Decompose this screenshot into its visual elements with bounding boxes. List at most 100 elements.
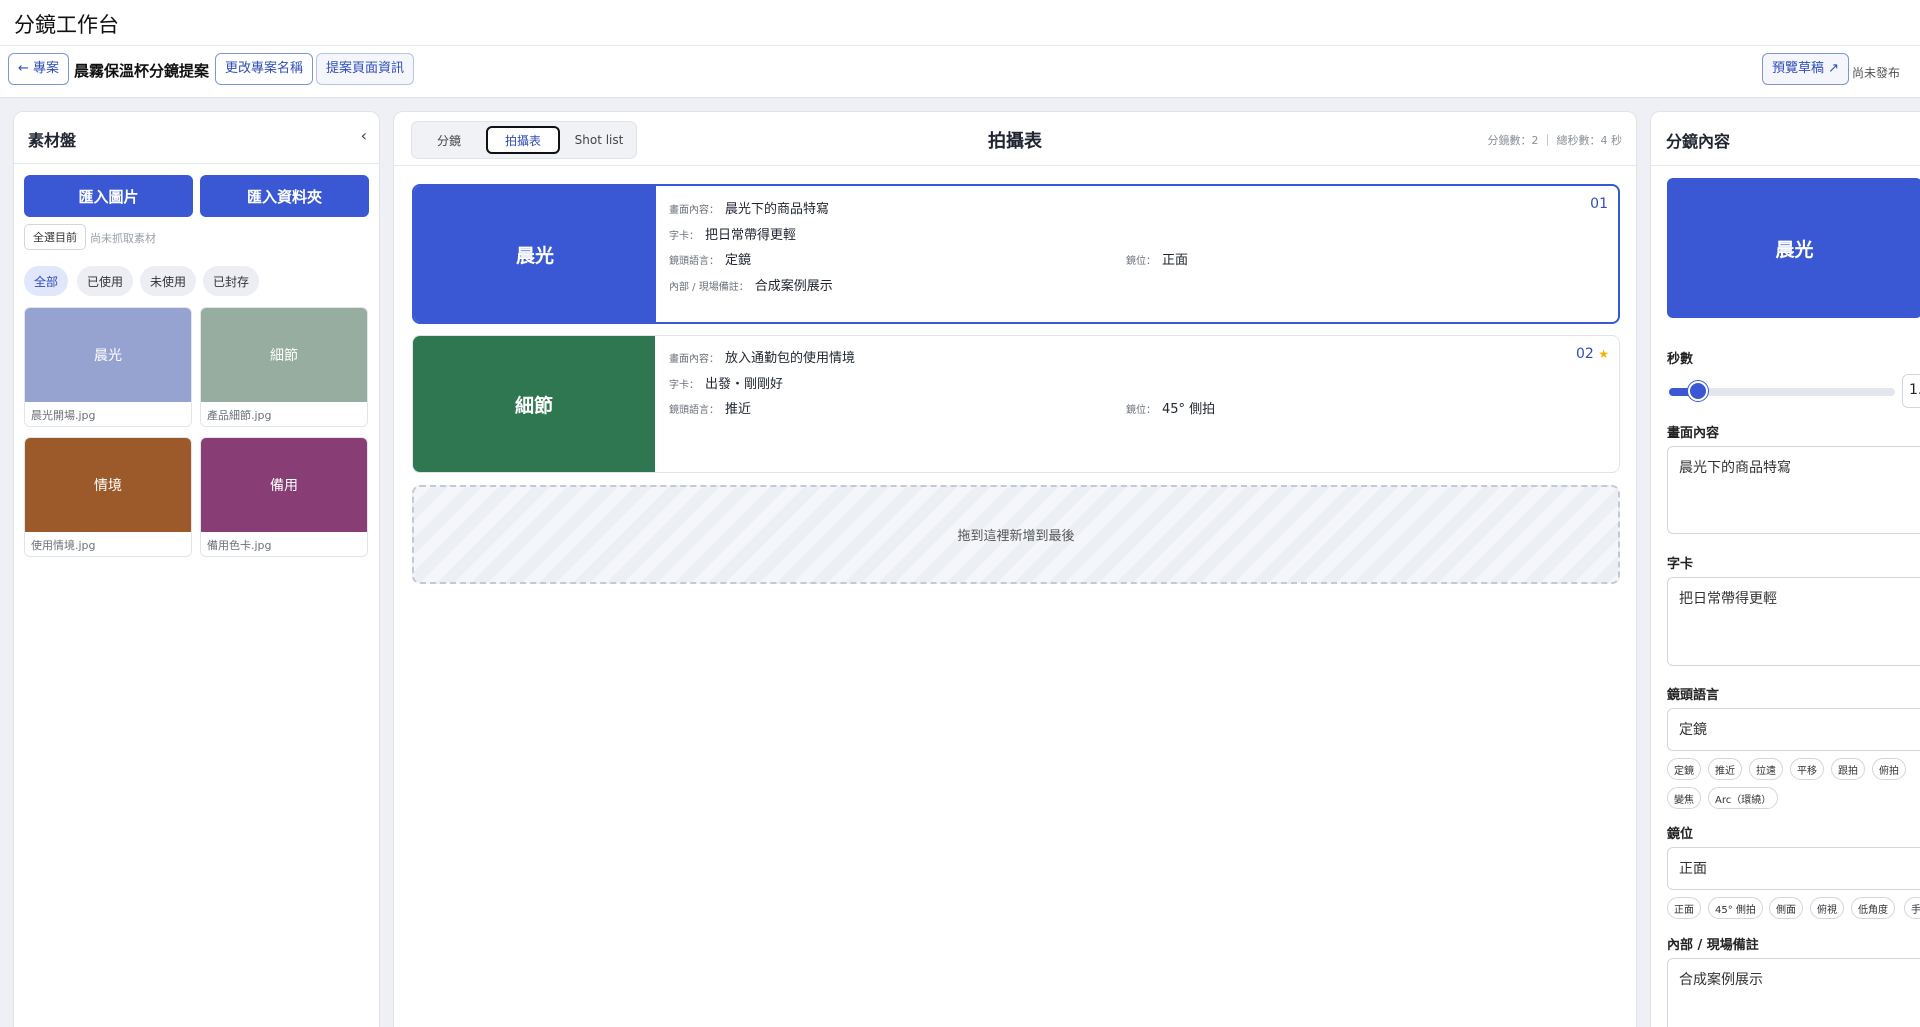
notes-label: 內部 / 現場備註： <box>669 282 749 293</box>
content-value: 放入通勤包的使用情境 <box>725 351 856 366</box>
asset-panel-title: 素材盤 <box>28 131 77 150</box>
tab-shooting-table[interactable]: 拍攝表 <box>486 126 560 154</box>
angle-label: 鏡位： <box>1126 405 1156 416</box>
shot-camera: 鏡頭語言： 推近 <box>669 398 751 417</box>
content-label: 畫面內容 <box>1667 426 1720 441</box>
shot-detail-panel: 分鏡內容 晨光 秒數 1. 畫面內容 晨光下的商品特寫 字卡 把日常帶得更輕 鏡… <box>1650 111 1920 1027</box>
asset-thumbnail: 細節 <box>201 308 367 402</box>
content-label: 畫面內容： <box>669 354 719 365</box>
asset-thumbnail: 備用 <box>201 438 367 532</box>
shot-number: 01 <box>1590 196 1608 212</box>
detail-header: 分鏡內容 <box>1651 112 1920 166</box>
asset-filename: 使用情境.jpg <box>31 539 96 552</box>
filter-used[interactable]: 已使用 <box>77 266 134 296</box>
angle-chip[interactable]: 俯視 <box>1810 897 1844 919</box>
angle-chip[interactable]: 側面 <box>1769 897 1803 919</box>
shot-notes: 內部 / 現場備註： 合成案例展示 <box>669 275 833 294</box>
camera-value: 推近 <box>725 402 752 417</box>
angle-label: 鏡位 <box>1667 827 1694 842</box>
angle-chip[interactable]: 手 <box>1904 897 1920 919</box>
asset-card[interactable]: 情境 使用情境.jpg <box>24 437 192 557</box>
asset-panel-header: 素材盤 ‹ <box>14 112 379 164</box>
rename-project-button[interactable]: 更改專案名稱 <box>215 53 314 85</box>
camera-label: 鏡頭語言： <box>669 405 719 416</box>
shot-caption: 字卡： 把日常帶得更輕 <box>669 224 796 243</box>
camera-chip[interactable]: 俯拍 <box>1872 758 1906 780</box>
shot-thumbnail: 晨光 <box>414 186 656 322</box>
tab-shot-list[interactable]: Shot list <box>564 126 634 154</box>
asset-thumbnail: 晨光 <box>25 308 191 402</box>
asset-card[interactable]: 備用 備用色卡.jpg <box>200 437 368 557</box>
camera-label: 鏡頭語言： <box>669 256 719 267</box>
shot-preview: 晨光 <box>1667 178 1920 318</box>
camera-chip[interactable]: 平移 <box>1790 758 1824 780</box>
tab-storyboard[interactable]: 分鏡 <box>416 126 482 154</box>
camera-chip[interactable]: Arc（環繞） <box>1708 787 1779 809</box>
shot-caption: 字卡： 出發・剛剛好 <box>669 373 783 392</box>
angle-chip[interactable]: 45° 側拍 <box>1708 897 1763 919</box>
star-icon[interactable]: ★ <box>1598 347 1609 361</box>
content-textarea[interactable]: 晨光下的商品特寫 <box>1667 446 1920 534</box>
add-shot-dropzone[interactable]: 拖到這裡新增到最後 <box>412 485 1620 584</box>
asset-filename: 產品細節.jpg <box>207 409 272 422</box>
import-folder-button[interactable]: 匯入資料夾 <box>200 175 369 217</box>
camera-label: 鏡頭語言 <box>1667 688 1720 703</box>
asset-filename: 晨光開場.jpg <box>31 409 96 422</box>
camera-input[interactable]: 定鏡 <box>1667 708 1920 751</box>
camera-chip[interactable]: 推近 <box>1708 758 1742 780</box>
collapse-icon[interactable]: ‹ <box>361 126 367 145</box>
content-label: 畫面內容： <box>669 205 719 216</box>
angle-value: 45° 側拍 <box>1162 402 1216 417</box>
board-header: 拍攝表 分鏡 拍攝表 Shot list 分鏡數：2 ｜ 總秒數：4 秒 <box>394 112 1636 166</box>
seconds-label: 秒數 <box>1667 352 1694 367</box>
camera-chip[interactable]: 跟拍 <box>1831 758 1865 780</box>
shot-number-text: 02 <box>1575 346 1594 362</box>
asset-filename: 備用色卡.jpg <box>207 539 272 552</box>
preview-draft-button[interactable]: 預覽草稿 ↗ <box>1762 53 1850 85</box>
seconds-slider-handle[interactable] <box>1688 381 1709 401</box>
app-title: 分鏡工作台 <box>14 13 119 37</box>
shot-angle: 鏡位： 正面 <box>1126 249 1188 268</box>
proposal-info-button[interactable]: 提案頁面資訊 <box>316 53 415 85</box>
import-images-button[interactable]: 匯入圖片 <box>24 175 193 217</box>
view-tabs: 分鏡 拍攝表 Shot list <box>411 121 637 159</box>
angle-value: 正面 <box>1162 253 1189 268</box>
asset-hint: 尚未抓取素材 <box>90 232 156 245</box>
asset-card[interactable]: 細節 產品細節.jpg <box>200 307 368 427</box>
angle-input[interactable]: 正面 <box>1667 847 1920 890</box>
back-to-projects-button[interactable]: ← 專案 <box>8 53 70 85</box>
caption-label: 字卡： <box>669 380 699 391</box>
angle-chip[interactable]: 低角度 <box>1851 897 1895 919</box>
shot-camera: 鏡頭語言： 定鏡 <box>669 249 751 268</box>
notes-label: 內部 / 現場備註 <box>1667 938 1759 953</box>
caption-label: 字卡： <box>669 231 699 242</box>
project-name: 晨霧保溫杯分鏡提案 <box>74 62 210 80</box>
board-stats: 分鏡數：2 ｜ 總秒數：4 秒 <box>1487 134 1623 147</box>
angle-label: 鏡位： <box>1126 256 1156 267</box>
shot-board: 拍攝表 分鏡 拍攝表 Shot list 分鏡數：2 ｜ 總秒數：4 秒 晨光 … <box>393 111 1637 1027</box>
notes-value: 合成案例展示 <box>754 279 833 294</box>
caption-value: 把日常帶得更輕 <box>705 228 797 243</box>
filter-archived[interactable]: 已封存 <box>203 266 260 296</box>
filter-unused[interactable]: 未使用 <box>140 266 197 296</box>
camera-chip[interactable]: 變焦 <box>1667 787 1701 809</box>
camera-chip[interactable]: 拉遠 <box>1749 758 1783 780</box>
asset-card[interactable]: 晨光 晨光開場.jpg <box>24 307 192 427</box>
seconds-input[interactable]: 1. <box>1902 374 1920 408</box>
publish-status: 尚未發布 <box>1852 66 1901 80</box>
angle-chip[interactable]: 正面 <box>1667 897 1701 919</box>
camera-value: 定鏡 <box>725 253 752 268</box>
shot-angle: 鏡位： 45° 側拍 <box>1126 398 1215 417</box>
shot-thumbnail: 細節 <box>413 336 655 472</box>
caption-textarea[interactable]: 把日常帶得更輕 <box>1667 577 1920 666</box>
asset-panel: 素材盤 ‹ 匯入圖片 匯入資料夾 全選目前 尚未抓取素材 全部 已使用 未使用 … <box>13 111 380 1027</box>
filter-all[interactable]: 全部 <box>24 266 69 296</box>
notes-textarea[interactable]: 合成案例展示 <box>1667 958 1920 1027</box>
camera-chip[interactable]: 定鏡 <box>1667 758 1701 780</box>
asset-thumbnail: 情境 <box>25 438 191 532</box>
shot-content: 畫面內容： 放入通勤包的使用情境 <box>669 347 855 366</box>
shot-row[interactable]: 晨光 01 畫面內容： 晨光下的商品特寫 字卡： 把日常帶得更輕 鏡頭語言： 定鏡 鏡… <box>412 184 1620 324</box>
shot-number: 02 ★ <box>1576 346 1609 362</box>
shot-row[interactable]: 細節 02 ★ 畫面內容： 放入通勤包的使用情境 字卡： 出發・剛剛好 鏡頭語言： 推… <box>412 335 1620 473</box>
select-all-button[interactable]: 全選目前 <box>24 224 86 250</box>
